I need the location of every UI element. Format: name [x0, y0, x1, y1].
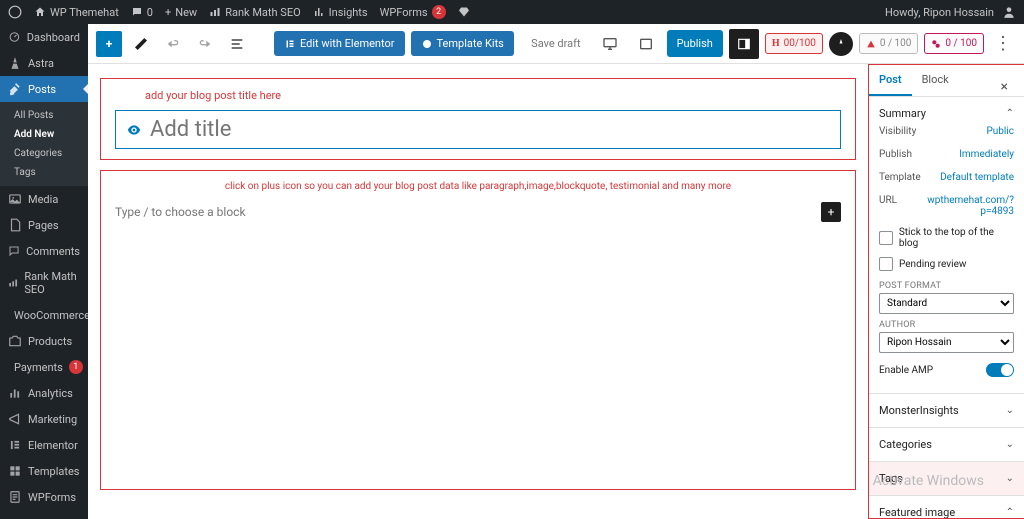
insert-block-icon[interactable]: +: [821, 202, 841, 222]
monsterinsights-header[interactable]: MonsterInsights⌄: [879, 404, 1014, 417]
score-b-badge[interactable]: 0 / 100: [924, 33, 984, 54]
submenu-posts: All Posts Add New Categories Tags: [0, 102, 88, 186]
wpforms-link[interactable]: WPForms2: [380, 5, 446, 19]
post-title-input[interactable]: [150, 117, 830, 142]
panel-tabs: Post Block ×: [869, 65, 1024, 97]
editor-toolbar: + Edit with Elementor Template Kits Save…: [88, 24, 1024, 64]
menu-astra[interactable]: Astra: [0, 50, 88, 76]
payments-badge: 1: [69, 360, 83, 374]
publish-value[interactable]: Immediately: [959, 149, 1014, 160]
publish-label: Publish: [879, 149, 912, 160]
visibility-icon[interactable]: [126, 122, 142, 138]
publish-button[interactable]: Publish: [667, 30, 723, 57]
menu-payments[interactable]: Payments1: [0, 354, 88, 380]
menu-woocommerce[interactable]: WooCommerce: [0, 302, 88, 328]
content-hint: click on plus icon so you can add your b…: [115, 181, 841, 192]
editor-canvas: add your blog post title here click on p…: [88, 64, 868, 519]
tab-post[interactable]: Post: [869, 65, 912, 96]
menu-appearance[interactable]: Appearance: [0, 510, 88, 519]
add-block-button[interactable]: +: [96, 31, 122, 57]
menu-rankmath[interactable]: Rank Math SEO: [0, 264, 88, 302]
tags-header[interactable]: Tags⌄: [879, 472, 1014, 485]
menu-posts[interactable]: Posts: [0, 76, 88, 102]
score-a-badge[interactable]: 0 / 100: [859, 33, 919, 54]
wp-logo[interactable]: [8, 5, 22, 19]
template-value[interactable]: Default template: [940, 172, 1014, 183]
menu-marketing[interactable]: Marketing: [0, 406, 88, 432]
title-hint: add your blog post title here: [145, 89, 841, 102]
section-tags: Tags⌄: [869, 462, 1024, 496]
title-annotation-box: add your blog post title here: [100, 78, 856, 160]
rankmath-link[interactable]: Rank Math SEO: [209, 6, 300, 19]
template-kits-button[interactable]: Template Kits: [411, 31, 514, 56]
close-panel-icon[interactable]: ×: [991, 71, 1018, 103]
visibility-value[interactable]: Public: [986, 126, 1014, 137]
stick-checkbox[interactable]: Stick to the top of the blog: [879, 223, 1014, 253]
insights-link[interactable]: Insights: [313, 6, 368, 19]
edit-elementor-button[interactable]: Edit with Elementor: [274, 31, 405, 56]
block-prompt-text[interactable]: Type / to choose a block: [115, 205, 246, 219]
edit-mode-icon[interactable]: [128, 31, 154, 57]
title-field-wrap[interactable]: [115, 110, 841, 149]
url-value[interactable]: wpthemehat.com/?p=4893: [897, 195, 1014, 217]
submenu-add-new[interactable]: Add New: [0, 125, 88, 144]
editor-main: + Edit with Elementor Template Kits Save…: [88, 24, 1024, 519]
wpforms-badge: 2: [432, 5, 446, 19]
menu-media[interactable]: Media: [0, 186, 88, 212]
submenu-categories[interactable]: Categories: [0, 144, 88, 163]
content-annotation-box: click on plus icon so you can add your b…: [100, 170, 856, 490]
post-format-select[interactable]: Standard: [879, 293, 1014, 314]
admin-sidebar: Dashboard Astra Posts All Posts Add New …: [0, 24, 88, 519]
settings-panel: Post Block × Summary⌃ Visibility Public P…: [868, 64, 1024, 519]
pending-checkbox[interactable]: Pending review: [879, 253, 1014, 275]
menu-pages[interactable]: Pages: [0, 212, 88, 238]
post-format-label: POST FORMAT: [879, 275, 1014, 293]
amp-label: Enable AMP: [879, 365, 933, 376]
preview-icon[interactable]: [631, 29, 661, 59]
preview-desktop-icon[interactable]: [595, 29, 625, 59]
more-options-icon[interactable]: ⋮: [990, 33, 1016, 54]
comments-link[interactable]: 0: [131, 6, 153, 19]
summary-header[interactable]: Summary⌃: [879, 107, 1014, 120]
section-monsterinsights: MonsterInsights⌄: [869, 394, 1024, 428]
menu-dashboard[interactable]: Dashboard: [0, 24, 88, 50]
undo-icon[interactable]: [160, 31, 186, 57]
diamond-icon[interactable]: [458, 6, 470, 18]
visibility-label: Visibility: [879, 126, 916, 137]
menu-templates[interactable]: Templates: [0, 458, 88, 484]
outline-icon[interactable]: [224, 31, 250, 57]
admin-bar: WP Themehat 0 + New Rank Math SEO Insigh…: [0, 0, 1024, 24]
new-link[interactable]: + New: [165, 6, 197, 19]
menu-comments[interactable]: Comments: [0, 238, 88, 264]
menu-products[interactable]: Products: [0, 328, 88, 354]
sidebar-toggle-icon[interactable]: [729, 29, 759, 59]
section-featured-image: Featured image⌃ Selecting a featured ima…: [869, 496, 1024, 519]
tab-block[interactable]: Block: [912, 65, 959, 96]
author-select[interactable]: Ripon Hossain: [879, 332, 1014, 353]
template-label: Template: [879, 172, 921, 183]
submenu-tags[interactable]: Tags: [0, 163, 88, 182]
menu-analytics[interactable]: Analytics: [0, 380, 88, 406]
site-link[interactable]: WP Themehat: [34, 6, 119, 19]
h-score-badge[interactable]: H00/100: [765, 33, 823, 54]
section-categories: Categories⌄: [869, 428, 1024, 462]
author-label: AUTHOR: [879, 314, 1014, 332]
astra-settings-icon[interactable]: [829, 32, 853, 56]
categories-header[interactable]: Categories⌄: [879, 438, 1014, 451]
submenu-all-posts[interactable]: All Posts: [0, 106, 88, 125]
featured-image-header[interactable]: Featured image⌃: [879, 506, 1014, 519]
howdy[interactable]: Howdy, Ripon Hossain: [885, 5, 1016, 19]
menu-elementor[interactable]: Elementor: [0, 432, 88, 458]
url-label: URL: [879, 195, 897, 217]
amp-toggle[interactable]: [986, 363, 1014, 377]
save-draft-button[interactable]: Save draft: [531, 37, 580, 50]
redo-icon[interactable]: [192, 31, 218, 57]
section-summary: Summary⌃ Visibility Public Publish Immedia…: [869, 97, 1024, 394]
menu-wpforms[interactable]: WPForms: [0, 484, 88, 510]
